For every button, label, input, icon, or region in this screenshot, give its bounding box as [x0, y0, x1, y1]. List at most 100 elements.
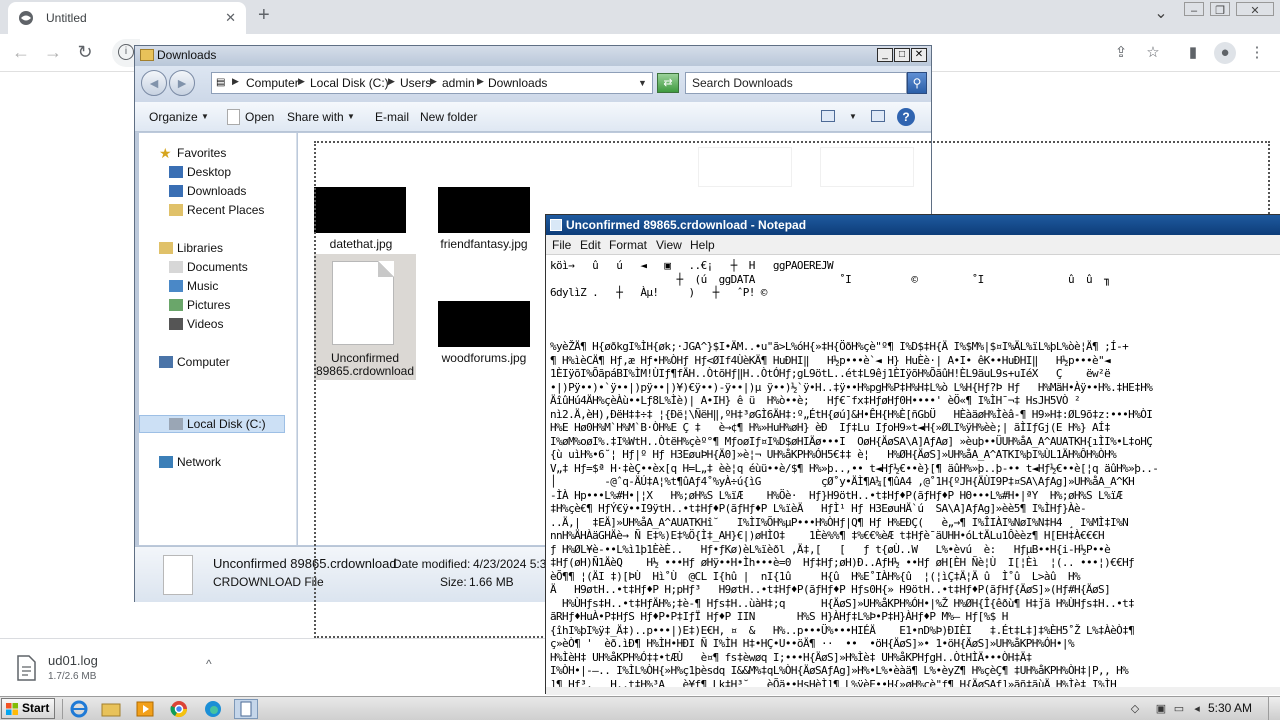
breadcrumb-separator-icon: ▶ — [232, 76, 239, 86]
breadcrumb-computer[interactable]: Computer — [246, 76, 299, 90]
nav-downloads[interactable]: Downloads — [187, 184, 246, 198]
email-button[interactable]: E-mail — [375, 110, 409, 124]
notepad-text-area[interactable]: köì→ û ú ◄ ▣ ..€¡ ┼ H ggPAOEREJW ┼ (ú gg… — [550, 259, 1280, 691]
nav-desktop[interactable]: Desktop — [187, 165, 231, 179]
details-file-name: Unconfirmed 89865.crdownload — [213, 556, 397, 571]
menu-file[interactable]: File — [552, 238, 571, 252]
minimize-icon[interactable]: – — [1184, 2, 1204, 17]
drive-icon: ▤ — [216, 77, 226, 88]
pictures-icon — [169, 299, 183, 311]
breadcrumb-local-disk[interactable]: Local Disk (C:) — [310, 76, 389, 90]
back-button[interactable]: ◄ — [141, 70, 167, 96]
notepad-text-line: -ÌÀ Hp•••L%#H•|¦X H%;øH%S L%ïÆ H%Öè· Hƒ}… — [550, 488, 1123, 502]
forward-button[interactable]: ► — [169, 70, 195, 96]
explorer-titlebar[interactable]: Downloads _ □ ✕ — [135, 46, 931, 66]
tab-close-icon[interactable]: ✕ — [225, 10, 236, 26]
breadcrumb-users[interactable]: Users — [400, 76, 431, 90]
nav-network[interactable]: Network — [177, 455, 221, 469]
maximize-icon[interactable]: □ — [894, 48, 910, 62]
notepad-horizontal-scrollbar[interactable] — [546, 687, 1280, 695]
chrome-icon[interactable] — [168, 699, 192, 719]
share-icon[interactable]: ⇪ — [1110, 42, 1132, 64]
forward-arrow-icon[interactable]: → — [40, 40, 66, 66]
globe-icon — [19, 11, 33, 25]
media-player-icon[interactable] — [134, 699, 158, 719]
site-info-icon[interactable]: i — [118, 44, 134, 60]
organize-button[interactable]: Organize — [149, 110, 198, 124]
details-file-type: CRDOWNLOAD File — [213, 575, 324, 589]
new-tab-button[interactable]: + — [258, 4, 270, 27]
breadcrumb-downloads[interactable]: Downloads — [488, 76, 547, 90]
start-button[interactable]: Start — [1, 698, 55, 719]
tray-display-icon[interactable]: ▭ — [1172, 702, 1186, 716]
tray-arrow-icon[interactable]: ◇ — [1128, 702, 1142, 716]
notepad-text-line: ç»èÒ¶ ' èð.ìÐ¶ H%ÌH•HÐI Ñ I%ÌH H‡•HÇ•U••… — [550, 637, 1075, 650]
notepad-text-line — [550, 327, 1280, 341]
libraries-icon — [159, 242, 173, 254]
clock[interactable]: 5:30 AM — [1208, 701, 1252, 715]
tab-title: Untitled — [46, 11, 87, 25]
menu-format[interactable]: Format — [609, 238, 647, 252]
nav-documents[interactable]: Documents — [187, 260, 248, 274]
chevron-down-icon[interactable]: ▼ — [849, 112, 857, 121]
browser-tab[interactable]: Untitled ✕ — [8, 2, 246, 34]
back-arrow-icon[interactable]: ← — [8, 40, 34, 66]
notepad-text-line: I%øM%oøI%.‡I%WtH..ÒtëH%çèº°¶ MƒoøIƒ¤I%D$… — [550, 434, 1153, 448]
notepad-titlebar[interactable]: Unconfirmed 89865.crdownload - Notepad — [546, 215, 1280, 235]
profile-avatar-icon[interactable]: ● — [1214, 42, 1236, 64]
preview-pane-icon[interactable] — [871, 110, 885, 122]
help-icon[interactable]: ? — [897, 108, 915, 126]
bookmark-star-icon[interactable]: ☆ — [1142, 42, 1164, 64]
notepad-taskbar-icon[interactable] — [234, 699, 258, 719]
search-input[interactable]: Search Downloads — [685, 72, 907, 94]
documents-icon — [169, 261, 183, 273]
breadcrumb-separator-icon: ▶ — [298, 76, 305, 86]
nav-videos[interactable]: Videos — [187, 317, 223, 331]
notepad-text-line: ..Ä,| ‡EÄ]»UH%åA_A^AUATKHî˘ I%ÌI%ÕH%µP••… — [550, 515, 1129, 529]
minimize-icon[interactable]: _ — [877, 48, 893, 62]
menu-help[interactable]: Help — [690, 238, 715, 252]
address-dropdown-icon[interactable]: ▼ — [638, 78, 647, 88]
reload-icon[interactable]: ↻ — [72, 40, 98, 66]
file-tile — [698, 147, 792, 187]
change-view-icon[interactable] — [821, 110, 835, 122]
nav-computer[interactable]: Computer — [177, 355, 230, 369]
menu-kebab-icon[interactable]: ⋮ — [1246, 42, 1268, 64]
nav-libraries[interactable]: Libraries — [177, 241, 223, 255]
details-date-value: 4/23/2024 5:30 — [473, 557, 554, 571]
nav-pictures[interactable]: Pictures — [187, 298, 230, 312]
tray-network-icon[interactable]: ▣ — [1154, 702, 1168, 716]
new-folder-button[interactable]: New folder — [420, 110, 477, 124]
nav-music[interactable]: Music — [187, 279, 218, 293]
chevron-up-icon[interactable]: ^ — [206, 657, 212, 671]
internet-explorer-icon[interactable] — [68, 699, 92, 719]
folder-icon — [140, 49, 154, 61]
side-panel-icon[interactable]: ▮ — [1182, 42, 1204, 64]
show-desktop-button[interactable] — [1268, 697, 1280, 720]
share-with-button[interactable]: Share with — [287, 110, 344, 124]
notepad-text-line: {îhI%þI%ÿ‡_Ä‡)..p•••|)E‡)E€H, ¤ & H%..p•… — [550, 623, 1135, 637]
breadcrumb-admin[interactable]: admin — [442, 76, 475, 90]
breadcrumb[interactable]: ▤ ▶ Computer ▶ Local Disk (C:) ▶ Users ▶… — [211, 72, 653, 94]
notepad-text-line: │ -@ˆq-ÄÚ‡A¦%t¶ûAƒ4˚%yÀ÷ú{ìG çØ˚y•ÄÌ¶A¼[… — [550, 475, 1135, 488]
search-icon[interactable]: ⚲ — [907, 72, 927, 94]
menu-view[interactable]: View — [656, 238, 682, 252]
download-file-name: ud01.log — [48, 653, 98, 668]
window-close-icon[interactable]: ✕ — [1236, 2, 1274, 17]
notepad-text-line — [550, 300, 1280, 314]
close-icon[interactable]: ✕ — [911, 48, 927, 62]
tray-volume-icon[interactable]: ◂ — [1190, 702, 1204, 716]
nav-favorites[interactable]: Favorites — [177, 146, 226, 160]
refresh-icon[interactable]: ⇄ — [657, 73, 679, 93]
open-button[interactable]: Open — [245, 110, 274, 124]
file-icon — [17, 655, 36, 681]
tab-search-chevron-icon[interactable]: ⌄ — [1148, 6, 1174, 24]
edge-icon[interactable] — [202, 699, 226, 719]
download-item[interactable]: ud01.log 1.7/2.6 MB ^ — [14, 651, 230, 687]
restore-icon[interactable]: ❐ — [1210, 2, 1230, 17]
taskbar-separator — [62, 699, 63, 719]
nav-local-disk[interactable]: Local Disk (C:) — [187, 417, 266, 431]
nav-recent-places[interactable]: Recent Places — [187, 203, 264, 217]
file-explorer-taskbar-icon[interactable] — [100, 699, 124, 719]
menu-edit[interactable]: Edit — [580, 238, 601, 252]
